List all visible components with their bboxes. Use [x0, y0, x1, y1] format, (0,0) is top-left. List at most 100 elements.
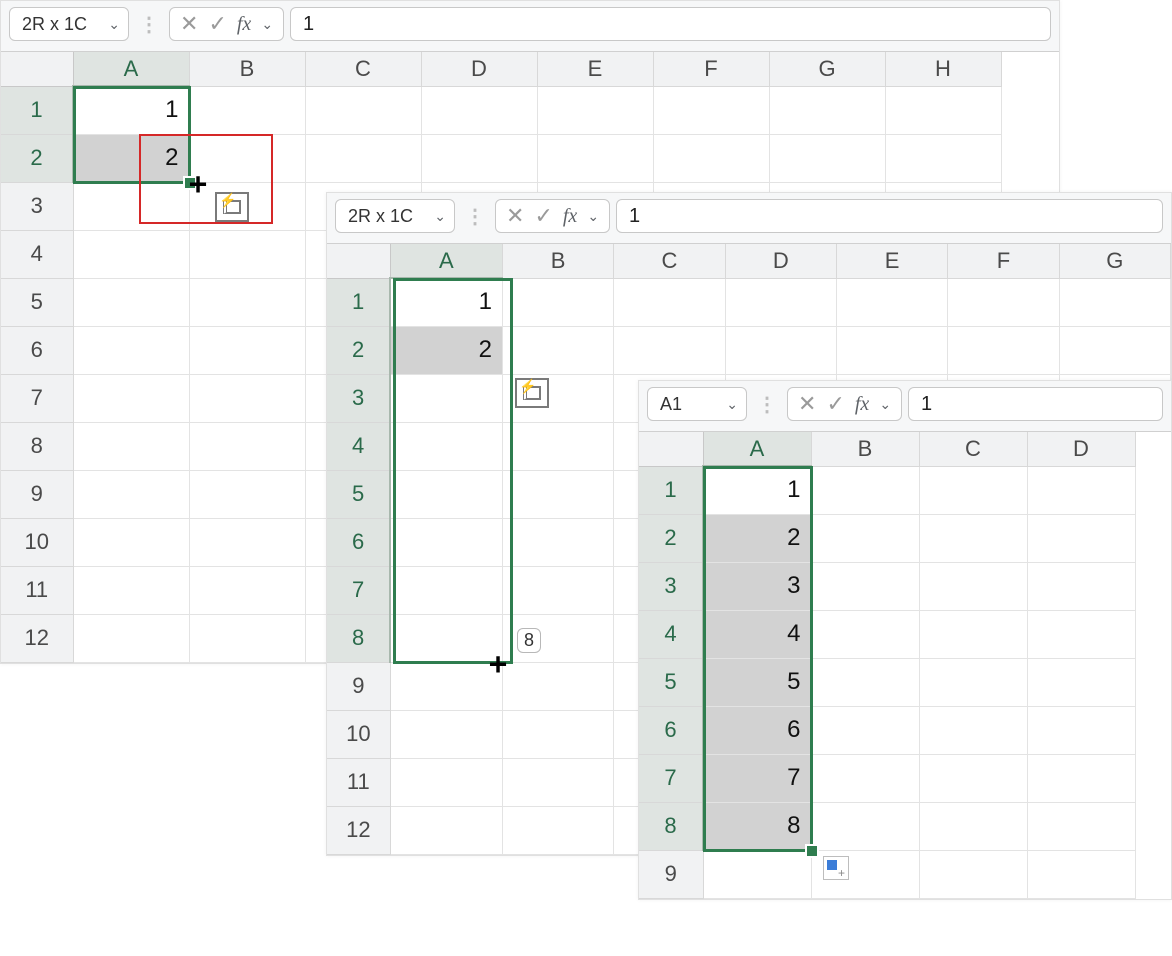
row-header[interactable]: 10	[1, 518, 73, 566]
cell[interactable]	[885, 86, 1001, 134]
column-header[interactable]: H	[885, 52, 1001, 86]
cell[interactable]	[502, 518, 613, 566]
column-header[interactable]: C	[919, 432, 1027, 466]
row-header[interactable]: 2	[327, 326, 390, 374]
cell[interactable]	[189, 566, 305, 614]
cell[interactable]	[1027, 466, 1135, 514]
formula-input[interactable]: 1	[616, 199, 1163, 233]
row-header[interactable]: 11	[327, 758, 390, 806]
cell[interactable]	[502, 710, 613, 758]
formula-input[interactable]: 1	[908, 387, 1163, 421]
cell[interactable]	[1059, 278, 1170, 326]
column-header[interactable]: A	[703, 432, 811, 466]
cell[interactable]	[725, 326, 836, 374]
row-header[interactable]: 1	[639, 466, 703, 514]
accept-icon[interactable]: ✓	[534, 205, 552, 227]
cell[interactable]	[390, 566, 502, 614]
row-header[interactable]: 5	[1, 278, 73, 326]
cell[interactable]	[189, 278, 305, 326]
column-header[interactable]: B	[189, 52, 305, 86]
column-header[interactable]: G	[769, 52, 885, 86]
cell[interactable]	[919, 466, 1027, 514]
cell[interactable]	[390, 518, 502, 566]
cell[interactable]: 3	[703, 562, 811, 610]
grid[interactable]: ABCD11223344556677889	[639, 432, 1171, 899]
cell[interactable]	[73, 374, 189, 422]
cell[interactable]: 2	[390, 326, 502, 374]
name-box[interactable]: A1 ⌄	[647, 387, 747, 421]
cell[interactable]	[919, 754, 1027, 802]
accept-icon[interactable]: ✓	[826, 393, 844, 415]
cell[interactable]	[390, 758, 502, 806]
cell[interactable]	[725, 278, 836, 326]
cell[interactable]	[769, 134, 885, 182]
cell[interactable]	[502, 422, 613, 470]
name-box[interactable]: 2R x 1C ⌄	[9, 7, 129, 41]
cell[interactable]	[1027, 802, 1135, 850]
cell[interactable]	[189, 326, 305, 374]
cell[interactable]	[73, 230, 189, 278]
cell[interactable]	[537, 134, 653, 182]
cell[interactable]	[948, 326, 1059, 374]
cell[interactable]	[421, 134, 537, 182]
cell[interactable]: 2	[703, 514, 811, 562]
cell[interactable]	[811, 802, 919, 850]
column-header[interactable]: E	[537, 52, 653, 86]
column-header[interactable]: G	[1059, 244, 1170, 278]
cell[interactable]	[73, 278, 189, 326]
cell[interactable]	[305, 134, 421, 182]
cell[interactable]	[390, 710, 502, 758]
cell[interactable]	[189, 614, 305, 662]
cell[interactable]	[189, 374, 305, 422]
cell[interactable]	[1027, 514, 1135, 562]
name-box[interactable]: 2R x 1C ⌄	[335, 199, 455, 233]
cell[interactable]	[305, 86, 421, 134]
column-header[interactable]: B	[811, 432, 919, 466]
accept-icon[interactable]: ✓	[208, 13, 226, 35]
cell[interactable]	[73, 182, 189, 230]
cell[interactable]: 2	[73, 134, 189, 182]
cell[interactable]	[703, 850, 811, 898]
cell[interactable]	[811, 610, 919, 658]
cell[interactable]	[919, 850, 1027, 898]
row-header[interactable]: 1	[327, 278, 390, 326]
cell[interactable]	[390, 662, 502, 710]
cell[interactable]	[653, 86, 769, 134]
row-header[interactable]: 4	[639, 610, 703, 658]
cell[interactable]	[653, 134, 769, 182]
column-header[interactable]: D	[1027, 432, 1135, 466]
cell[interactable]	[390, 470, 502, 518]
row-header[interactable]: 3	[1, 182, 73, 230]
cell[interactable]	[73, 518, 189, 566]
cell[interactable]	[1027, 658, 1135, 706]
cell[interactable]	[502, 326, 613, 374]
cell[interactable]	[421, 86, 537, 134]
cell[interactable]: 6	[703, 706, 811, 754]
cell[interactable]: 5	[703, 658, 811, 706]
cell[interactable]	[1027, 850, 1135, 898]
cell[interactable]	[502, 806, 613, 854]
cell[interactable]	[73, 566, 189, 614]
row-header[interactable]: 12	[327, 806, 390, 854]
cell[interactable]	[73, 614, 189, 662]
row-header[interactable]: 2	[1, 134, 73, 182]
row-header[interactable]: 4	[1, 230, 73, 278]
column-header[interactable]: A	[390, 244, 502, 278]
row-header[interactable]: 2	[639, 514, 703, 562]
row-header[interactable]: 6	[639, 706, 703, 754]
row-header[interactable]: 8	[327, 614, 390, 662]
cell[interactable]	[1027, 706, 1135, 754]
cell[interactable]	[189, 470, 305, 518]
cell[interactable]: 8	[703, 802, 811, 850]
cancel-icon[interactable]: ✕	[798, 393, 816, 415]
cell[interactable]	[811, 562, 919, 610]
cell[interactable]	[537, 86, 653, 134]
column-header[interactable]: C	[614, 244, 725, 278]
cell[interactable]	[189, 134, 305, 182]
cell[interactable]	[502, 566, 613, 614]
fx-icon[interactable]: fx	[237, 13, 251, 36]
column-header[interactable]: F	[653, 52, 769, 86]
cell[interactable]	[836, 278, 947, 326]
cell[interactable]	[189, 518, 305, 566]
cell[interactable]	[919, 802, 1027, 850]
